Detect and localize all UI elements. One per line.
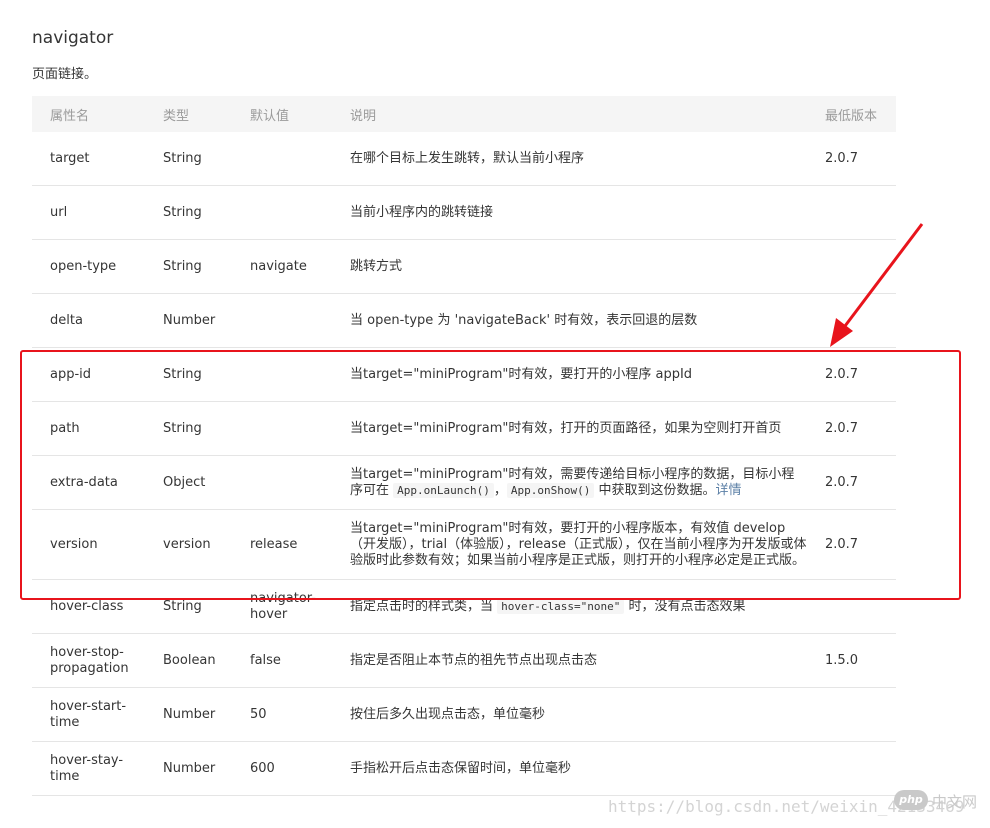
prop-description: 当 open-type 为 'navigateBack' 时有效，表示回退的层数 xyxy=(332,293,807,348)
prop-description: 在哪个目标上发生跳转，默认当前小程序 xyxy=(332,132,807,186)
site-logo: php 中文网 xyxy=(894,787,984,813)
prop-version: 2.0.7 xyxy=(807,455,896,510)
site-logo-label: 中文网 xyxy=(932,793,978,811)
code-snippet: App.onShow() xyxy=(506,482,595,498)
prop-description: 按住后多久出现点击态，单位毫秒 xyxy=(332,687,807,742)
prop-default xyxy=(232,132,332,186)
prop-description: 当target="miniProgram"时有效，需要传递给目标小程序的数据，目… xyxy=(332,455,807,510)
prop-name: hover-stay-time xyxy=(32,741,145,796)
desc-text: 时，没有点击态效果 xyxy=(624,598,746,614)
table-header-row: 属性名 类型 默认值 说明 最低版本 xyxy=(32,96,896,132)
page-subtitle: 页面链接。 xyxy=(32,67,98,82)
table-row: version version release 当target="miniPro… xyxy=(32,509,896,580)
prop-default xyxy=(232,293,332,348)
prop-default xyxy=(232,455,332,510)
prop-name: app-id xyxy=(32,347,145,402)
prop-name: path xyxy=(32,401,145,456)
prop-default: 600 xyxy=(232,741,332,796)
prop-version: 2.0.7 xyxy=(807,401,896,456)
header-description: 说明 xyxy=(332,96,807,132)
prop-default xyxy=(232,347,332,402)
prop-name: target xyxy=(32,132,145,186)
prop-version xyxy=(807,687,896,742)
prop-name: version xyxy=(32,509,145,580)
prop-default: 50 xyxy=(232,687,332,742)
prop-default: false xyxy=(232,633,332,688)
table-row: hover-stop-propagation Boolean false 指定是… xyxy=(32,633,896,688)
prop-version: 2.0.7 xyxy=(807,132,896,186)
prop-name: url xyxy=(32,185,145,240)
prop-type: Number xyxy=(145,741,232,796)
prop-version: 1.5.0 xyxy=(807,633,896,688)
header-name: 属性名 xyxy=(32,96,145,132)
table-row: app-id String 当target="miniProgram"时有效，要… xyxy=(32,347,896,402)
table-row: hover-stay-time Number 600 手指松开后点击态保留时间，… xyxy=(32,741,896,796)
prop-version xyxy=(807,185,896,240)
prop-type: String xyxy=(145,401,232,456)
header-type: 类型 xyxy=(145,96,232,132)
table-row: delta Number 当 open-type 为 'navigateBack… xyxy=(32,293,896,348)
prop-default: navigate xyxy=(232,239,332,294)
table-row: target String 在哪个目标上发生跳转，默认当前小程序 2.0.7 xyxy=(32,132,896,186)
table-row: hover-start-time Number 50 按住后多久出现点击态，单位… xyxy=(32,687,896,742)
prop-description: 当前小程序内的跳转链接 xyxy=(332,185,807,240)
prop-description: 指定是否阻止本节点的祖先节点出现点击态 xyxy=(332,633,807,688)
prop-type: Object xyxy=(145,455,232,510)
header-min-version: 最低版本 xyxy=(807,96,896,132)
prop-description: 跳转方式 xyxy=(332,239,807,294)
prop-type: String xyxy=(145,579,232,634)
desc-separator: ， xyxy=(493,482,507,498)
details-link[interactable]: 详情 xyxy=(716,483,742,498)
prop-description: 当target="miniProgram"时有效，打开的页面路径，如果为空则打开… xyxy=(332,401,807,456)
prop-name: extra-data xyxy=(32,455,145,510)
prop-name: hover-stop-propagation xyxy=(32,633,145,688)
prop-name: hover-start-time xyxy=(32,687,145,742)
prop-version xyxy=(807,741,896,796)
table-row: extra-data Object 当target="miniProgram"时… xyxy=(32,455,896,510)
page-title: navigator xyxy=(32,28,114,48)
table-row: path String 当target="miniProgram"时有效，打开的… xyxy=(32,401,896,456)
prop-type: Number xyxy=(145,293,232,348)
prop-description: 手指松开后点击态保留时间，单位毫秒 xyxy=(332,741,807,796)
prop-version xyxy=(807,239,896,294)
prop-type: version xyxy=(145,509,232,580)
prop-description: 指定点击时的样式类，当 hover-class="none" 时，没有点击态效果 xyxy=(332,579,807,634)
prop-type: String xyxy=(145,239,232,294)
prop-default xyxy=(232,185,332,240)
prop-name: hover-class xyxy=(32,579,145,634)
prop-type: Boolean xyxy=(145,633,232,688)
desc-text: 指定点击时的样式类，当 xyxy=(350,598,498,614)
prop-type: Number xyxy=(145,687,232,742)
prop-version: 2.0.7 xyxy=(807,347,896,402)
prop-description: 当target="miniProgram"时有效，要打开的小程序版本，有效值 d… xyxy=(332,509,807,580)
prop-name: delta xyxy=(32,293,145,348)
prop-description: 当target="miniProgram"时有效，要打开的小程序 appId xyxy=(332,347,807,402)
prop-version: 2.0.7 xyxy=(807,509,896,580)
prop-version xyxy=(807,579,896,634)
prop-default xyxy=(232,401,332,456)
table-row: url String 当前小程序内的跳转链接 xyxy=(32,185,896,240)
prop-name: open-type xyxy=(32,239,145,294)
desc-text: 中获取到这份数据。 xyxy=(594,482,716,498)
prop-type: String xyxy=(145,185,232,240)
prop-type: String xyxy=(145,132,232,186)
properties-table: 属性名 类型 默认值 说明 最低版本 target String 在哪个目标上发… xyxy=(32,96,896,796)
prop-default: navigator-hover xyxy=(232,579,332,634)
table-row: hover-class String navigator-hover 指定点击时… xyxy=(32,579,896,634)
header-default: 默认值 xyxy=(232,96,332,132)
code-snippet: App.onLaunch() xyxy=(393,482,494,498)
prop-type: String xyxy=(145,347,232,402)
code-snippet: hover-class="none" xyxy=(497,598,625,614)
php-badge-icon: php xyxy=(894,790,928,810)
prop-version xyxy=(807,293,896,348)
table-row: open-type String navigate 跳转方式 xyxy=(32,239,896,294)
prop-default: release xyxy=(232,509,332,580)
